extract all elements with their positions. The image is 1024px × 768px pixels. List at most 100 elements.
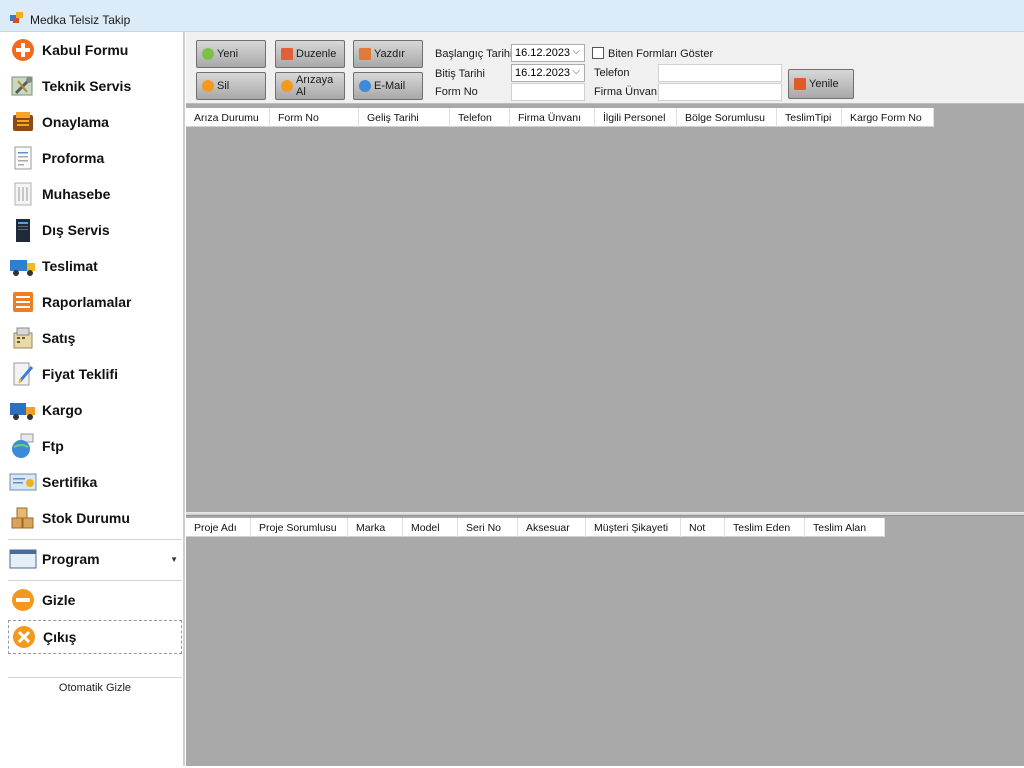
forms-grid[interactable]: Arıza Durumu Form No Geliş Tarihi Telefo…	[186, 108, 1024, 512]
grid-splitter[interactable]	[186, 512, 1024, 516]
column-header[interactable]: Geliş Tarihi	[359, 108, 450, 127]
sidebar-item-label: Fiyat Teklifi	[42, 366, 118, 382]
phone-input[interactable]	[658, 64, 782, 82]
sidebar-item-label: Çıkış	[43, 629, 77, 645]
column-header[interactable]: Firma Ünvanı	[510, 108, 595, 127]
sidebar-item-raporlamalar[interactable]: Raporlamalar	[8, 286, 182, 318]
sidebar-item-label: Kargo	[42, 402, 83, 418]
details-grid-header: Proje Adı Proje Sorumlusu Marka Model Se…	[186, 518, 885, 537]
column-header[interactable]: Aksesuar	[518, 518, 586, 537]
sidebar-item-label: Ftp	[42, 438, 64, 454]
column-header[interactable]: Teslim Eden	[725, 518, 805, 537]
column-header[interactable]: Not	[681, 518, 725, 537]
sales-icon	[8, 324, 38, 352]
column-header[interactable]: Model	[403, 518, 458, 537]
column-header[interactable]: Form No	[270, 108, 359, 127]
minus-circle-icon	[202, 80, 214, 92]
sidebar-item-fiyat-teklifi[interactable]: Fiyat Teklifi	[8, 358, 182, 390]
sidebar-item-proforma[interactable]: Proforma	[8, 142, 182, 174]
sidebar-item-label: Stok Durumu	[42, 510, 130, 526]
column-header[interactable]: Müşteri Şikayeti	[586, 518, 681, 537]
plus-circle-icon	[8, 36, 38, 64]
plus-icon	[202, 48, 214, 60]
sidebar-item-label: Satış	[42, 330, 76, 346]
minus-circle-icon	[8, 586, 38, 614]
sidebar-item-dis-servis[interactable]: Dış Servis	[8, 214, 182, 246]
toolbar: Yeni Duzenle Yazdır Sil Arızaya Al E-Mai…	[186, 32, 1024, 104]
sidebar-item-label: Dış Servis	[42, 222, 110, 238]
chevron-down-icon: ⌵	[572, 66, 580, 77]
sidebar-item-sertifika[interactable]: Sertifika	[8, 466, 182, 498]
email-button[interactable]: E-Mail	[353, 72, 423, 100]
dropdown-arrow-icon: ▼	[170, 555, 178, 564]
show-finished-label: Biten Formları Göster	[608, 48, 714, 60]
sidebar-item-ftp[interactable]: Ftp	[8, 430, 182, 462]
column-header[interactable]: Seri No	[458, 518, 518, 537]
delete-button[interactable]: Sil	[196, 72, 266, 100]
truck-icon	[8, 252, 38, 280]
sidebar-item-kargo[interactable]: Kargo	[8, 394, 182, 426]
sidebar-item-muhasebe[interactable]: Muhasebe	[8, 178, 182, 210]
sidebar-item-label: Muhasebe	[42, 186, 111, 202]
sidebar-item-stok-durumu[interactable]: Stok Durumu	[8, 502, 182, 534]
fault-button[interactable]: Arızaya Al	[275, 72, 345, 100]
column-header[interactable]: İlgili Personel	[595, 108, 677, 127]
column-header[interactable]: Teslim Alan	[805, 518, 885, 537]
sidebar-item-satis[interactable]: Satış	[8, 322, 182, 354]
email-icon	[359, 80, 371, 92]
sidebar-item-label: Gizle	[42, 592, 76, 608]
chevron-down-icon: ⌵	[572, 46, 580, 57]
start-date-picker[interactable]: 16.12.2023 ⌵	[511, 44, 585, 62]
new-button[interactable]: Yeni	[196, 40, 266, 68]
form-no-input[interactable]	[511, 83, 585, 101]
sidebar-item-teknik-servis[interactable]: Teknik Servis	[8, 70, 182, 102]
sidebar-item-onaylama[interactable]: Onaylama	[8, 106, 182, 138]
sidebar-item-label: Onaylama	[42, 114, 109, 130]
title-bar: Medka Telsiz Takip	[0, 0, 1024, 32]
main-content: Yeni Duzenle Yazdır Sil Arızaya Al E-Mai…	[186, 32, 1024, 766]
sidebar: Kabul Formu Teknik Servis Onaylama Profo…	[0, 32, 185, 766]
globe-icon	[8, 432, 38, 460]
auto-hide-label[interactable]: Otomatik Gizle	[8, 682, 182, 694]
ledger-icon	[8, 180, 38, 208]
approval-icon	[8, 108, 38, 136]
quote-icon	[8, 360, 38, 388]
edit-button[interactable]: Duzenle	[275, 40, 345, 68]
column-header[interactable]: Proje Sorumlusu	[251, 518, 348, 537]
sidebar-item-teslimat[interactable]: Teslimat	[8, 250, 182, 282]
column-header[interactable]: Marka	[348, 518, 403, 537]
sidebar-item-gizle[interactable]: Gizle	[8, 584, 182, 616]
details-grid[interactable]: Proje Adı Proje Sorumlusu Marka Model Se…	[186, 518, 1024, 766]
column-header[interactable]: Telefon	[450, 108, 510, 127]
end-date-picker[interactable]: 16.12.2023 ⌵	[511, 64, 585, 82]
sidebar-item-label: Teknik Servis	[42, 78, 132, 94]
column-header[interactable]: Kargo Form No	[842, 108, 934, 127]
phone-label: Telefon	[594, 67, 630, 79]
column-header[interactable]: Bölge Sorumlusu	[677, 108, 777, 127]
company-label: Firma Ünvanı	[594, 86, 661, 98]
column-header[interactable]: Proje Adı	[186, 518, 251, 537]
show-finished-checkbox[interactable]	[592, 47, 604, 59]
sidebar-item-cikis[interactable]: Çıkış	[8, 620, 182, 654]
certificate-icon	[8, 468, 38, 496]
sidebar-item-program[interactable]: Program ▼	[8, 543, 182, 575]
sidebar-item-label: Sertifika	[42, 474, 98, 490]
column-header[interactable]: TeslimTipi	[777, 108, 842, 127]
program-window-icon	[8, 545, 38, 573]
server-icon	[8, 216, 38, 244]
forms-grid-header: Arıza Durumu Form No Geliş Tarihi Telefo…	[186, 108, 934, 127]
app-icon	[10, 12, 23, 23]
report-icon	[8, 288, 38, 316]
sidebar-item-label: Kabul Formu	[42, 42, 129, 58]
cargo-truck-icon	[8, 396, 38, 424]
sidebar-item-kabul-formu[interactable]: Kabul Formu	[8, 34, 182, 66]
tools-icon	[8, 72, 38, 100]
column-header[interactable]: Arıza Durumu	[186, 108, 270, 127]
printer-icon	[359, 48, 371, 60]
close-circle-icon	[9, 623, 39, 651]
fault-icon	[281, 80, 293, 92]
company-input[interactable]	[658, 83, 782, 101]
print-button[interactable]: Yazdır	[353, 40, 423, 68]
refresh-button[interactable]: Yenile	[788, 69, 854, 99]
refresh-icon	[794, 78, 806, 90]
